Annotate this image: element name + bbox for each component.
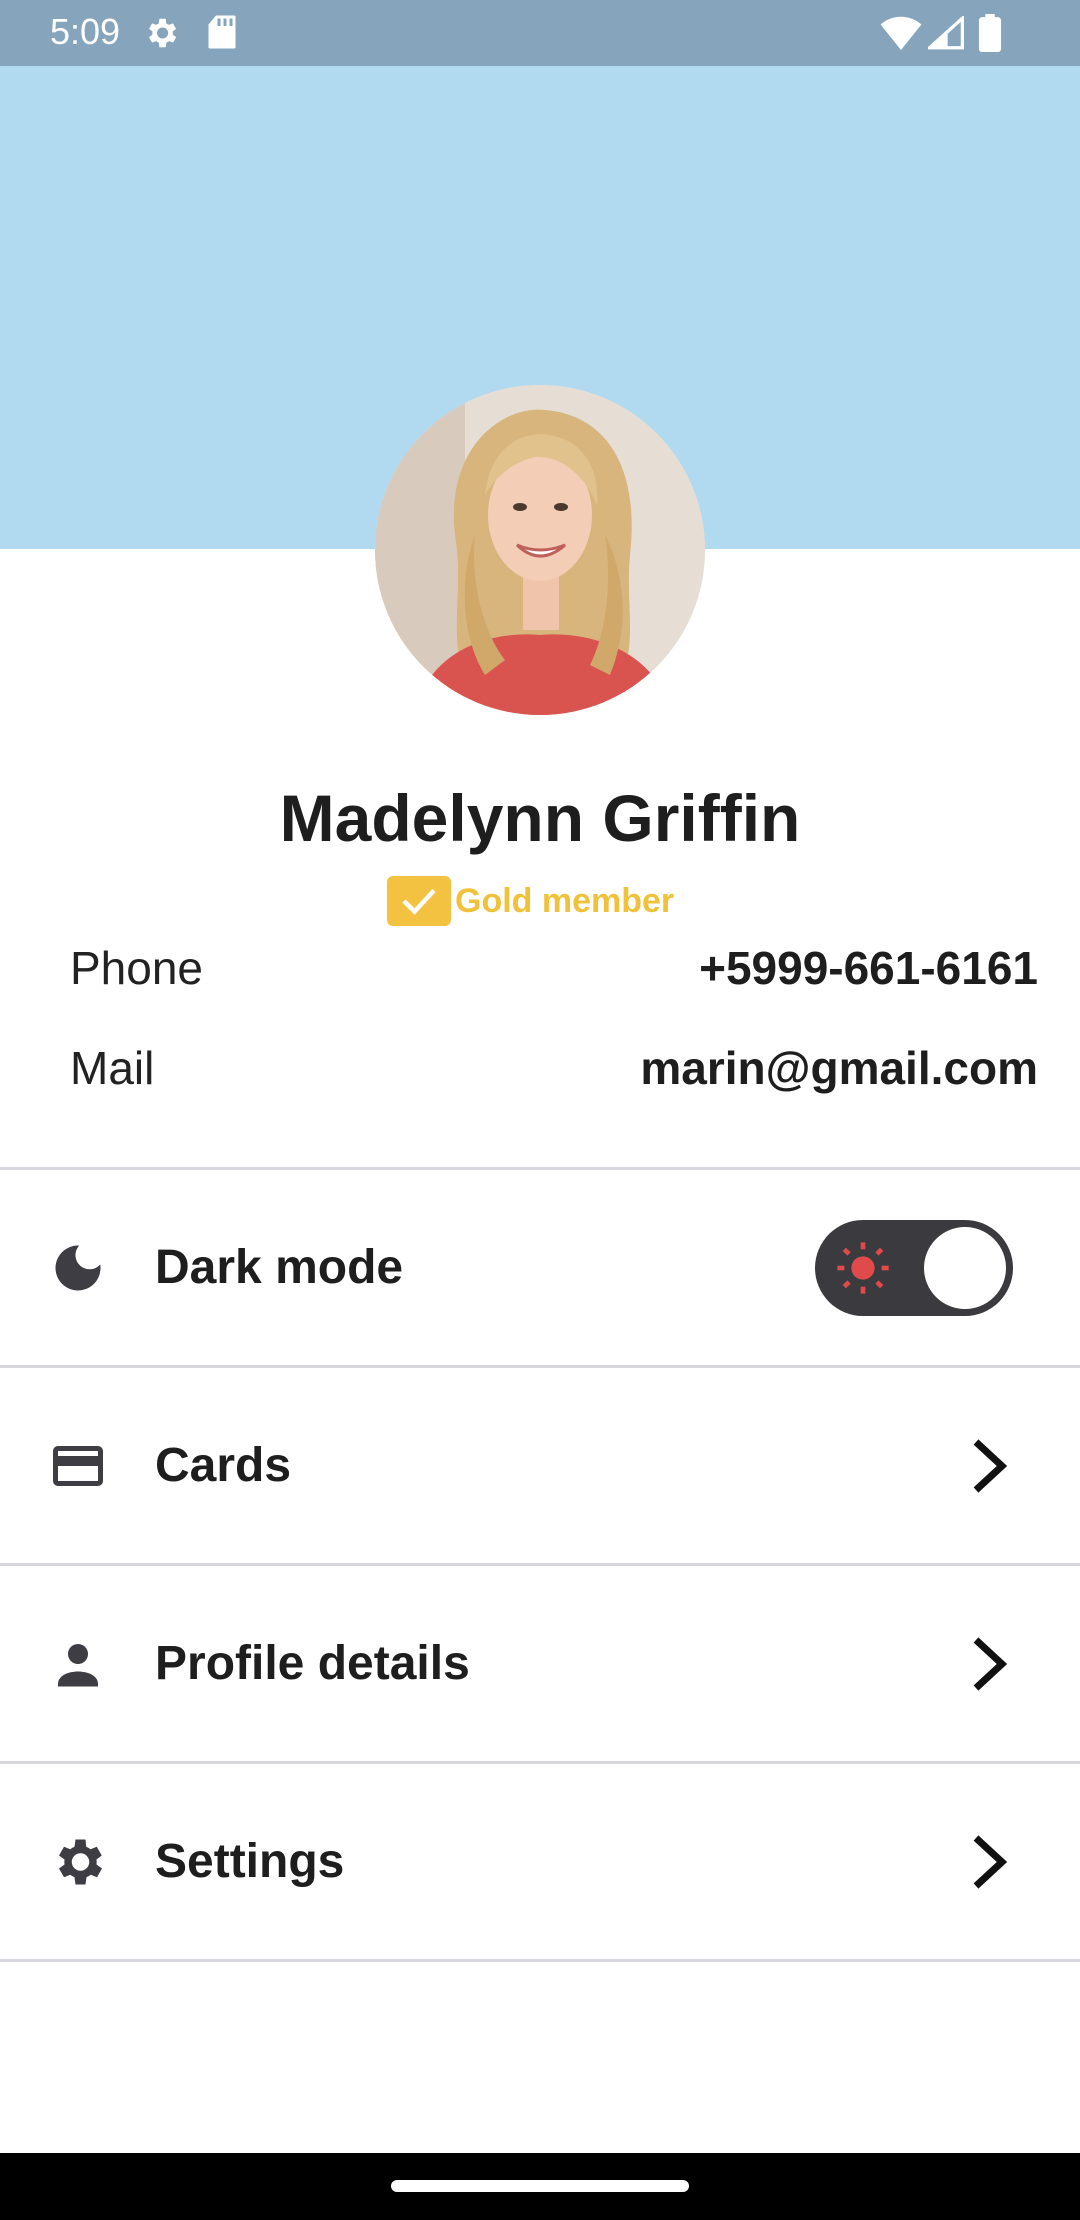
divider — [0, 1959, 1080, 1962]
dark-mode-toggle[interactable] — [815, 1220, 1013, 1316]
dark-mode-label: Dark mode — [155, 1241, 404, 1294]
settings-status-icon — [148, 18, 177, 48]
avatar[interactable] — [375, 385, 705, 715]
menu-item-label: Profile details — [155, 1637, 470, 1690]
menu-item-label: Settings — [155, 1835, 345, 1888]
status-time: 5:09 — [50, 11, 121, 52]
person-icon — [58, 1644, 98, 1687]
wifi-icon — [880, 16, 922, 50]
avatar-image — [375, 385, 705, 715]
phone-value: +5999-661-6161 — [699, 942, 1038, 994]
chevron-right-icon — [973, 1637, 1008, 1691]
badge-label: Gold member — [455, 881, 675, 920]
gear-icon — [59, 1839, 102, 1885]
system-nav-bar — [0, 2153, 1080, 2220]
menu-item-settings[interactable]: Settings — [0, 1764, 1080, 1959]
chevron-right-icon — [973, 1835, 1008, 1889]
menu-item-label: Cards — [155, 1439, 292, 1492]
menu-item-profile-details[interactable]: Profile details — [0, 1566, 1080, 1761]
home-indicator[interactable] — [391, 2180, 689, 2192]
chevron-right-icon — [973, 1439, 1008, 1493]
mail-value: marin@gmail.com — [640, 1042, 1038, 1094]
status-bar: 5:09 — [0, 0, 1080, 66]
checkmark-icon — [387, 876, 451, 926]
profile-name: Madelynn Griffin — [279, 781, 801, 855]
mail-label: Mail — [70, 1042, 155, 1094]
menu-item-cards[interactable]: Cards — [0, 1368, 1080, 1563]
moon-icon — [55, 1245, 101, 1291]
battery-icon — [978, 14, 1002, 52]
credit-card-icon — [53, 1446, 103, 1486]
phone-label: Phone — [70, 942, 204, 994]
sd-card-icon — [208, 15, 236, 49]
sun-icon — [837, 1242, 889, 1294]
cellular-signal-icon — [928, 16, 964, 50]
toggle-knob[interactable] — [921, 1224, 1009, 1312]
membership-badge: Gold member — [387, 876, 674, 926]
dark-mode-row: Dark mode — [0, 1170, 1080, 1365]
